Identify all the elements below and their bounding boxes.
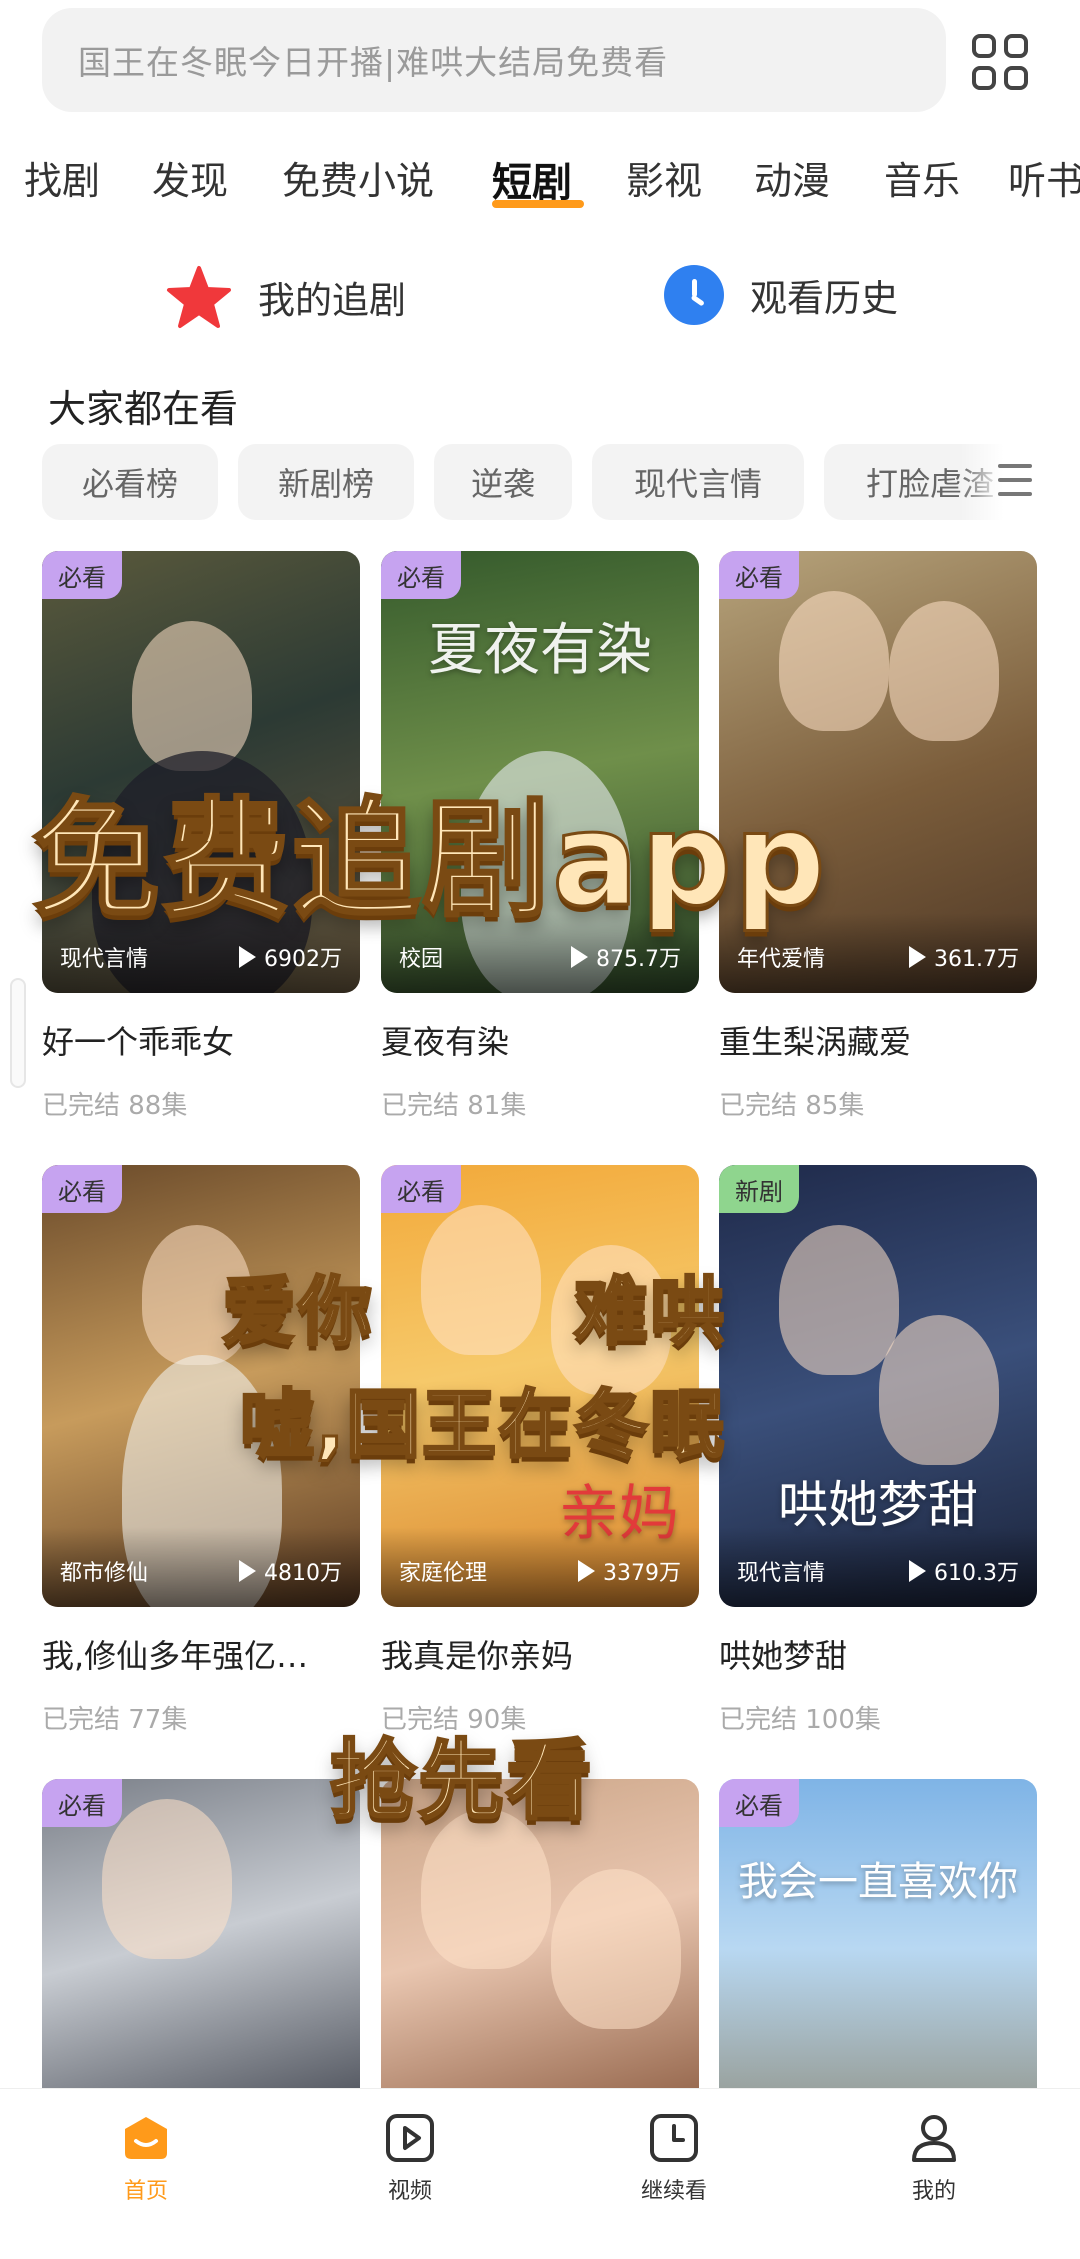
badge: 必看 bbox=[719, 551, 799, 599]
user-icon bbox=[912, 2115, 956, 2162]
drama-card[interactable]: 我会一直喜欢你 必看 bbox=[719, 1779, 1037, 2088]
card-status: 已完结 100集 bbox=[719, 1705, 881, 1735]
card-status: 已完结 88集 bbox=[42, 1091, 188, 1121]
view-count: 3379万 bbox=[578, 1555, 681, 1587]
genre-label: 现代言情 bbox=[60, 947, 149, 972]
badge: 必看 bbox=[719, 1779, 799, 1827]
card-title: 重生梨涡藏爱 bbox=[719, 1023, 912, 1061]
play-icon bbox=[909, 1560, 927, 1582]
view-count: 875.7万 bbox=[571, 941, 681, 973]
tab-film-tv[interactable]: 影视 bbox=[626, 150, 702, 205]
bottom-nav: 首页 视频 继续看 我的 bbox=[0, 2088, 1080, 2259]
badge: 必看 bbox=[381, 1165, 461, 1213]
tab-free-novel[interactable]: 免费小说 bbox=[282, 150, 434, 205]
chip-must-watch[interactable]: 必看榜 bbox=[42, 444, 218, 520]
play-icon bbox=[571, 946, 589, 968]
promo-hard-to-coax: 难哄 bbox=[573, 1268, 726, 1357]
chip-comeback[interactable]: 逆袭 bbox=[434, 444, 572, 520]
clock-icon bbox=[664, 265, 724, 325]
search-bar[interactable]: 国王在冬眠今日开播|难哄大结局免费看 bbox=[42, 8, 946, 112]
tab-anime[interactable]: 动漫 bbox=[754, 150, 830, 205]
section-title: 大家都在看 bbox=[48, 387, 239, 431]
nav-video-label: 视频 bbox=[387, 2179, 432, 2204]
poster-image: 必看 bbox=[42, 1779, 360, 2088]
play-icon bbox=[909, 946, 927, 968]
view-count: 6902万 bbox=[239, 941, 342, 973]
card-title: 我真是你亲妈 bbox=[381, 1637, 574, 1675]
card-title: 哄她梦甜 bbox=[719, 1637, 848, 1675]
chip-new[interactable]: 新剧榜 bbox=[238, 444, 414, 520]
card-status: 已完结 85集 bbox=[719, 1091, 865, 1121]
genre-label: 都市修仙 bbox=[60, 1561, 149, 1586]
scroll-handle[interactable] bbox=[10, 978, 26, 1088]
genre-label: 校园 bbox=[399, 947, 444, 972]
promo-watch-first: 抢先看 bbox=[329, 1730, 594, 1833]
badge: 必看 bbox=[42, 1165, 122, 1213]
video-play-icon bbox=[386, 2114, 434, 2162]
badge: 新剧 bbox=[719, 1165, 799, 1213]
watch-history-link[interactable]: 观看历史 bbox=[664, 265, 898, 325]
active-tab-indicator bbox=[492, 200, 584, 208]
poster-title-text: 夏夜有染 bbox=[428, 618, 652, 683]
play-icon bbox=[239, 946, 256, 968]
my-follow-link[interactable]: 我的追剧 bbox=[166, 265, 406, 329]
card-title: 好一个乖乖女 bbox=[42, 1023, 235, 1061]
tab-find-drama[interactable]: 找剧 bbox=[24, 150, 100, 205]
nav-mine-label: 我的 bbox=[911, 2179, 956, 2204]
tab-music[interactable]: 音乐 bbox=[884, 150, 960, 205]
play-icon bbox=[239, 1560, 256, 1582]
view-count: 4810万 bbox=[239, 1555, 342, 1587]
genre-label: 现代言情 bbox=[737, 1561, 826, 1586]
view-count: 361.7万 bbox=[909, 941, 1019, 973]
nav-mine[interactable]: 我的 bbox=[864, 2113, 1004, 2205]
clock-outline-icon bbox=[650, 2114, 698, 2162]
genre-label: 家庭伦理 bbox=[399, 1561, 488, 1586]
promo-king-hibernate: 嘘,国王在冬眠 bbox=[238, 1381, 727, 1470]
poster-title-text: 我会一直喜欢你 bbox=[738, 1859, 1018, 1905]
poster-image: 哄她梦甜 新剧 现代言情 610.3万 bbox=[719, 1165, 1037, 1607]
nav-home-label: 首页 bbox=[123, 2179, 168, 2204]
promo-headline: 免费追剧app bbox=[31, 785, 828, 937]
search-placeholder: 国王在冬眠今日开播|难哄大结局免费看 bbox=[78, 43, 669, 82]
genre-label: 年代爱情 bbox=[737, 947, 826, 972]
menu-icon[interactable] bbox=[998, 464, 1032, 496]
category-tabs: 找剧 发现 免费小说 短剧 影视 动漫 音乐 听书 bbox=[0, 140, 1080, 220]
card-status: 已完结 81集 bbox=[381, 1091, 527, 1121]
nav-video[interactable]: 视频 bbox=[340, 2113, 480, 2205]
badge: 必看 bbox=[42, 1779, 122, 1827]
apps-grid-icon[interactable] bbox=[972, 34, 1028, 90]
my-follow-label: 我的追剧 bbox=[258, 279, 406, 322]
badge: 必看 bbox=[42, 551, 122, 599]
card-status: 已完结 77集 bbox=[42, 1705, 188, 1735]
view-count: 610.3万 bbox=[909, 1555, 1019, 1587]
nav-continue-label: 继续看 bbox=[640, 2179, 707, 2204]
drama-card[interactable]: 必看 bbox=[42, 1779, 360, 2088]
home-icon bbox=[125, 2117, 167, 2159]
card-title: 我,修仙多年强亿… bbox=[42, 1637, 309, 1675]
drama-card[interactable]: 哄她梦甜 新剧 现代言情 610.3万 哄她梦甜 已完结 100集 bbox=[719, 1165, 1037, 1736]
watch-history-label: 观看历史 bbox=[750, 277, 898, 320]
play-icon bbox=[578, 1560, 595, 1582]
filter-chips: 必看榜 新剧榜 逆袭 现代言情 打脸虐渣 bbox=[42, 444, 1042, 520]
nav-continue[interactable]: 继续看 bbox=[604, 2113, 744, 2205]
card-title: 夏夜有染 bbox=[381, 1023, 510, 1061]
promo-love-you: 爱你 bbox=[221, 1268, 374, 1357]
tab-discover[interactable]: 发现 bbox=[152, 150, 228, 205]
badge: 必看 bbox=[381, 551, 461, 599]
nav-home[interactable]: 首页 bbox=[76, 2113, 216, 2205]
chip-modern-romance[interactable]: 现代言情 bbox=[592, 444, 804, 520]
poster-image: 我会一直喜欢你 必看 bbox=[719, 1779, 1037, 2088]
tab-audiobook[interactable]: 听书 bbox=[1008, 150, 1080, 205]
star-icon bbox=[166, 265, 232, 329]
